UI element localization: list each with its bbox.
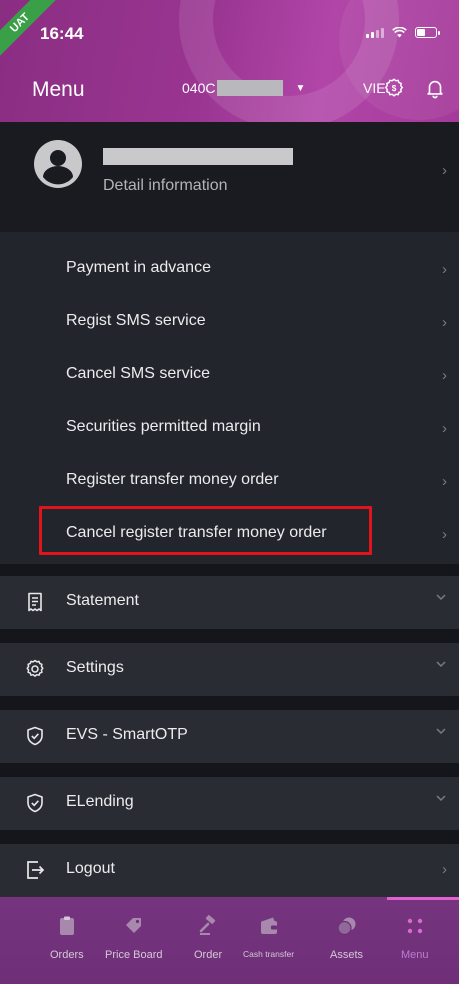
active-tab-indicator xyxy=(387,897,459,900)
section-label: Logout xyxy=(66,860,115,877)
status-icons xyxy=(366,27,440,38)
tab-orders[interactable]: Orders xyxy=(50,915,84,961)
logout-icon xyxy=(27,861,45,879)
caret-down-icon: ▼ xyxy=(295,82,306,94)
tab-label: Price Board xyxy=(105,949,163,961)
tab-menu[interactable]: Menu xyxy=(401,915,429,961)
chevron-down-icon xyxy=(436,594,446,601)
submenu-item-regist-sms[interactable]: Regist SMS service › xyxy=(0,297,459,349)
grid-icon xyxy=(407,918,422,934)
tab-label: Cash transfer xyxy=(243,949,295,959)
tab-cash-transfer[interactable]: Cash transfer xyxy=(243,915,294,959)
section-evs-smartotp[interactable]: EVS - SmartOTP xyxy=(0,710,459,763)
section-label: EVS - SmartOTP xyxy=(66,726,188,743)
chevron-right-icon: › xyxy=(442,261,447,278)
chevron-right-icon: › xyxy=(442,367,447,384)
wifi-icon xyxy=(392,27,407,38)
submenu-item-register-transfer[interactable]: Register transfer money order › xyxy=(0,456,459,508)
coin-settings-icon[interactable]: $ xyxy=(383,77,405,99)
submenu-item-cancel-sms[interactable]: Cancel SMS service › xyxy=(0,350,459,402)
tab-label: Orders xyxy=(50,949,84,961)
tab-assets[interactable]: Assets xyxy=(330,915,363,961)
tab-label: Order xyxy=(194,949,223,961)
chevron-right-icon: › xyxy=(442,526,447,543)
section-statement[interactable]: Statement xyxy=(0,576,459,629)
profile-subtitle: Detail information xyxy=(103,177,228,194)
chevron-right-icon: › xyxy=(442,473,447,490)
chevron-right-icon: › xyxy=(442,861,447,878)
submenu-label: Cancel SMS service xyxy=(66,365,211,382)
user-name-mask xyxy=(103,148,293,165)
tag-icon xyxy=(125,918,141,933)
highlight-box xyxy=(39,506,372,555)
bell-icon[interactable] xyxy=(424,77,446,99)
chevron-down-icon xyxy=(436,728,446,735)
tab-order[interactable]: Order xyxy=(194,915,222,961)
submenu-label: Payment in advance xyxy=(66,259,211,276)
coins-icon xyxy=(336,917,355,936)
section-elending[interactable]: ELending xyxy=(0,777,459,830)
gavel-icon xyxy=(199,915,216,935)
bottom-nav: Orders Price Board Order Cash transfer A… xyxy=(0,897,459,984)
receipt-icon xyxy=(28,592,42,612)
gear-icon xyxy=(26,659,44,677)
tab-label: Assets xyxy=(330,949,364,961)
submenu-label: Register transfer money order xyxy=(66,471,279,488)
chevron-right-icon: › xyxy=(442,162,447,179)
submenu-label: Securities permitted margin xyxy=(66,418,261,435)
submenu-label: Regist SMS service xyxy=(66,312,206,329)
chevron-right-icon: › xyxy=(442,314,447,331)
account-selector[interactable]: 040C ▼ xyxy=(182,80,305,96)
section-settings[interactable]: Settings xyxy=(0,643,459,696)
battery-icon xyxy=(415,27,440,38)
shield-check-icon xyxy=(27,726,43,746)
wallet-icon xyxy=(260,917,277,934)
chevron-down-icon xyxy=(436,795,446,802)
clipboard-icon xyxy=(59,916,74,935)
user-avatar-icon xyxy=(34,140,82,188)
account-number: 040C xyxy=(182,80,216,96)
chevron-right-icon: › xyxy=(442,420,447,437)
chevron-down-icon xyxy=(436,661,446,668)
section-logout[interactable]: Logout › xyxy=(0,844,459,897)
profile-row[interactable]: Detail information › xyxy=(0,122,459,232)
shield-check-icon xyxy=(27,793,43,813)
section-label: ELending xyxy=(66,793,134,810)
tab-price-board[interactable]: Price Board xyxy=(105,915,162,961)
section-label: Settings xyxy=(66,659,124,676)
signal-icon xyxy=(366,27,384,38)
app-header: UAT 16:44 Menu 040C ▼ VIE $ xyxy=(0,0,459,122)
submenu-item-securities-margin[interactable]: Securities permitted margin › xyxy=(0,403,459,455)
svg-text:$: $ xyxy=(392,84,397,93)
page-title: Menu xyxy=(32,78,85,101)
section-label: Statement xyxy=(66,592,139,609)
status-time: 16:44 xyxy=(40,24,84,43)
tab-label: Menu xyxy=(401,949,429,961)
account-mask xyxy=(217,80,284,96)
submenu-item-payment-in-advance[interactable]: Payment in advance › xyxy=(0,244,459,296)
